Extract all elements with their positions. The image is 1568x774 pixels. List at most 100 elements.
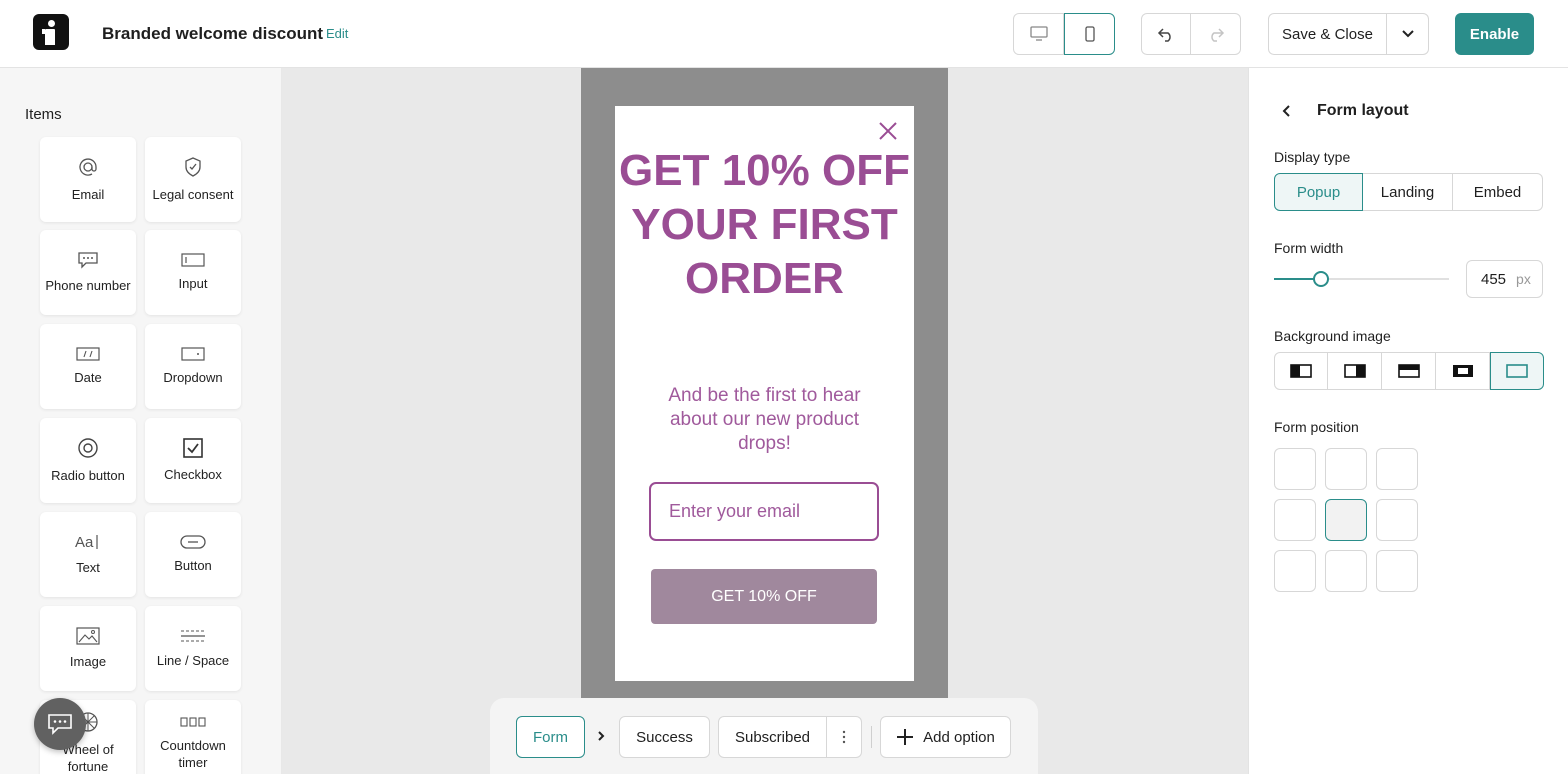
bg-image-top-option[interactable] [1382, 352, 1436, 390]
form-width-slider-handle[interactable] [1313, 271, 1330, 287]
shield-check-icon [185, 157, 201, 177]
mobile-preview-frame: GET 10% OFF YOUR FIRST ORDER And be the … [581, 68, 948, 698]
checkbox-icon [183, 438, 203, 458]
item-label: Legal consent [152, 187, 234, 202]
item-label: Date [74, 370, 102, 385]
chevron-right-icon [598, 731, 605, 741]
enable-button[interactable]: Enable [1455, 13, 1534, 55]
form-title: Branded welcome discount [102, 24, 324, 43]
item-legal-consent[interactable]: Legal consent [145, 137, 241, 222]
bg-image-left-option[interactable] [1274, 352, 1328, 390]
undo-icon [1157, 28, 1171, 42]
more-options-button[interactable] [827, 716, 862, 758]
layout-image-left-icon [1290, 364, 1312, 378]
chevron-left-icon[interactable] [1279, 103, 1295, 119]
display-type-landing[interactable]: Landing [1363, 173, 1453, 211]
close-icon[interactable] [877, 120, 899, 142]
position-bottom-center[interactable] [1325, 550, 1367, 592]
background-image-label: Background image [1274, 328, 1391, 344]
input-field-icon [181, 253, 205, 267]
step-bar: Form Success Subscribed Add option [490, 698, 1038, 774]
layout-no-image-icon [1506, 364, 1528, 378]
edit-title-link[interactable]: Edit [326, 26, 348, 41]
panel-title: Form layout [1317, 102, 1409, 119]
bg-image-background-option[interactable] [1436, 352, 1490, 390]
form-width-value: 455 [1481, 270, 1507, 288]
position-middle-right[interactable] [1376, 499, 1418, 541]
item-checkbox[interactable]: Checkbox [145, 418, 241, 503]
item-label: Countdown timer [160, 737, 226, 770]
top-bar: Branded welcome discount Edit Save & Clo… [0, 0, 1568, 68]
item-radio-button[interactable]: Radio button [40, 418, 136, 503]
save-close-button[interactable]: Save & Close [1268, 13, 1387, 55]
form-width-input[interactable]: 455 px [1466, 260, 1543, 298]
position-top-left[interactable] [1274, 448, 1316, 490]
item-line-space[interactable]: Line / Space [145, 606, 241, 691]
save-options-dropdown[interactable] [1387, 13, 1429, 55]
item-input[interactable]: Input [145, 230, 241, 315]
mobile-preview-button[interactable] [1064, 13, 1115, 55]
editor-canvas: GET 10% OFF YOUR FIRST ORDER And be the … [282, 68, 1248, 774]
position-top-center[interactable] [1325, 448, 1367, 490]
chevron-down-icon [1401, 30, 1414, 38]
position-top-right[interactable] [1376, 448, 1418, 490]
position-middle-left[interactable] [1274, 499, 1316, 541]
form-layout-panel: Form layout Display type Popup Landing E… [1248, 68, 1568, 774]
bg-image-right-option[interactable] [1328, 352, 1382, 390]
popup-subtext[interactable]: And be the first to hear about our new p… [655, 384, 874, 456]
item-image[interactable]: Image [40, 606, 136, 691]
item-label: Checkbox [164, 467, 222, 482]
step-form-button[interactable]: Form [516, 716, 585, 758]
add-option-label: Add option [923, 728, 995, 746]
step-subscribed-button[interactable]: Subscribed [718, 716, 827, 758]
undo-button[interactable] [1141, 13, 1191, 55]
email-input[interactable]: Enter your email [649, 482, 879, 541]
layout-image-top-icon [1397, 364, 1420, 378]
position-middle-center[interactable] [1325, 499, 1367, 541]
line-space-icon [181, 630, 205, 642]
popup-form[interactable]: GET 10% OFF YOUR FIRST ORDER And be the … [615, 106, 914, 681]
svg-text:Aa: Aa [75, 534, 94, 551]
item-label: Dropdown [163, 370, 223, 385]
desktop-preview-button[interactable] [1013, 13, 1064, 55]
chat-icon [48, 714, 72, 735]
layout-image-background-icon [1452, 365, 1473, 377]
position-bottom-left[interactable] [1274, 550, 1316, 592]
item-countdown-timer[interactable]: Countdown timer [145, 700, 241, 774]
form-width-label: Form width [1274, 240, 1344, 256]
item-text[interactable]: Aa Text [40, 512, 136, 597]
item-label: Radio button [51, 468, 125, 483]
display-type-embed[interactable]: Embed [1453, 173, 1543, 211]
form-position-label: Form position [1274, 419, 1359, 435]
step-success-button[interactable]: Success [619, 716, 710, 758]
text-icon: Aa [75, 534, 98, 551]
display-type-label: Display type [1274, 149, 1351, 165]
item-button[interactable]: Button [145, 512, 241, 597]
app-logo[interactable] [33, 14, 69, 50]
bg-image-none-option[interactable] [1490, 352, 1544, 390]
item-date[interactable]: Date [40, 324, 136, 409]
form-width-unit: px [1516, 271, 1531, 287]
mobile-icon [1084, 26, 1095, 42]
item-label: Image [69, 654, 107, 669]
at-icon [79, 158, 97, 176]
chat-dots-icon [78, 252, 98, 269]
item-label: Email [71, 187, 105, 202]
item-label: Phone number [45, 278, 131, 293]
item-label: Button [174, 558, 212, 573]
popup-headline[interactable]: GET 10% OFF YOUR FIRST ORDER [615, 144, 914, 306]
cta-button[interactable]: GET 10% OFF [651, 569, 877, 624]
item-label: Text [76, 560, 100, 575]
item-phone-number[interactable]: Phone number [40, 230, 136, 315]
items-heading: Items [25, 106, 62, 123]
support-chat-button[interactable] [34, 698, 86, 750]
image-icon [76, 627, 100, 645]
position-bottom-right[interactable] [1376, 550, 1418, 592]
redo-button[interactable] [1191, 13, 1241, 55]
item-dropdown[interactable]: Dropdown [145, 324, 241, 409]
desktop-icon [1029, 26, 1048, 41]
item-email[interactable]: Email [40, 137, 136, 222]
display-type-popup[interactable]: Popup [1274, 173, 1363, 211]
add-option-button[interactable]: Add option [880, 716, 1011, 758]
date-field-icon [76, 347, 100, 361]
